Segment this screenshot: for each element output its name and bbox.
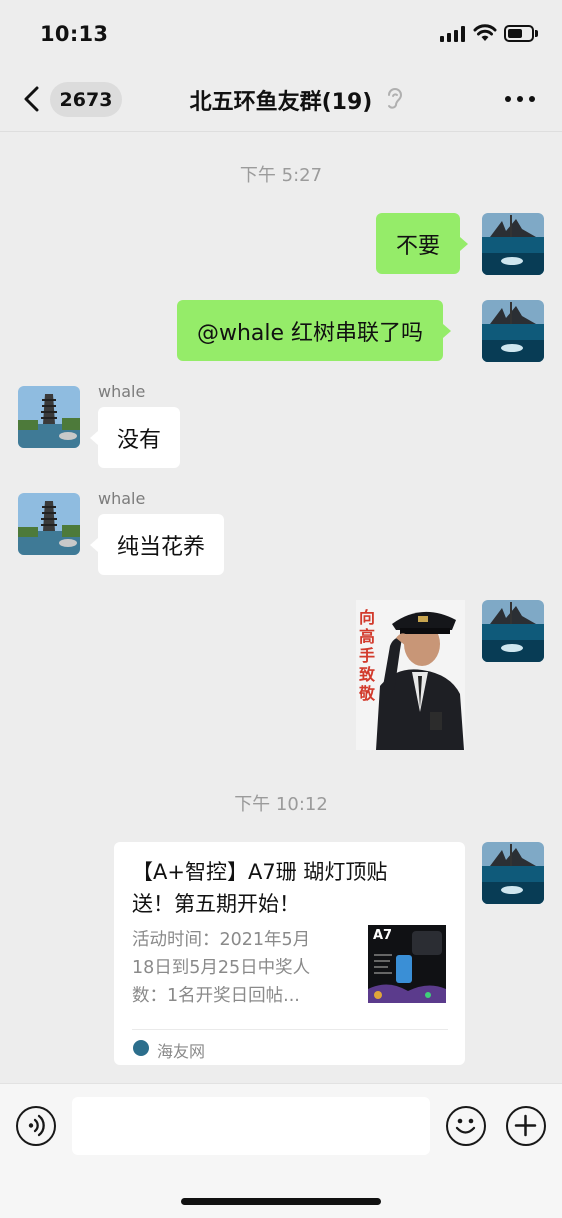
self-avatar[interactable] [482,300,544,362]
battery-icon [504,25,534,42]
message-text: @whale 红树串联了吗 [197,320,424,346]
whale-avatar[interactable] [18,493,80,555]
message-text: 没有 [117,427,162,453]
timestamp: 下午 10:12 [234,794,328,815]
sender-name: whale [98,382,146,401]
plus-icon[interactable] [506,1106,546,1146]
more-dots-icon[interactable] [505,96,535,102]
status-time: 10:13 [40,22,109,46]
sender-name: whale [98,489,146,508]
cellular-signal-icon [440,26,466,42]
chevron-left-icon[interactable] [22,86,42,112]
source-logo-icon [133,1040,149,1056]
nav-divider [0,131,562,132]
message-bubble-other[interactable]: 没有 [89,407,181,468]
message-bubble-self[interactable]: 不要 [376,213,469,274]
battery-tip [535,30,538,37]
thumbnail-label: A7 [373,928,393,943]
self-avatar[interactable] [482,842,544,904]
whale-avatar[interactable] [18,386,80,448]
link-card-thumbnail: A7 [368,925,446,1003]
link-card-title: 【A+智控】A7珊 瑚灯顶贴 送！第五期开始！ [132,860,388,916]
link-card-source: 海友网 [157,1042,206,1061]
link-card-divider [132,1029,448,1030]
message-bubble-self[interactable]: @whale 红树串联了吗 [177,300,452,361]
chat-title: 北五环鱼友群(19) [189,90,373,115]
timestamp: 下午 5:27 [239,165,323,186]
message-input[interactable] [72,1097,430,1155]
home-indicator [181,1198,381,1205]
link-card-description: 活动时间：2021年5月 18日到5月25日中奖人 数：1名开奖日回帖... [132,930,311,1006]
self-avatar[interactable] [482,600,544,662]
message-text: 不要 [396,233,441,259]
message-text: 纯当花养 [117,534,206,560]
message-bubble-other[interactable]: 纯当花养 [89,514,225,575]
ear-icon [388,88,403,109]
unread-count-badge[interactable]: 2673 [50,82,122,117]
sticker-caption: 向高手致敬 [359,608,376,703]
emoji-icon[interactable] [446,1106,486,1146]
self-avatar[interactable] [482,213,544,275]
voice-icon[interactable] [16,1106,56,1146]
wifi-icon [473,24,497,41]
sticker-image[interactable]: 向高手致敬 [356,600,465,750]
link-card[interactable]: 【A+智控】A7珊 瑚灯顶贴 送！第五期开始！ 活动时间：2021年5月 18日… [114,842,465,1065]
